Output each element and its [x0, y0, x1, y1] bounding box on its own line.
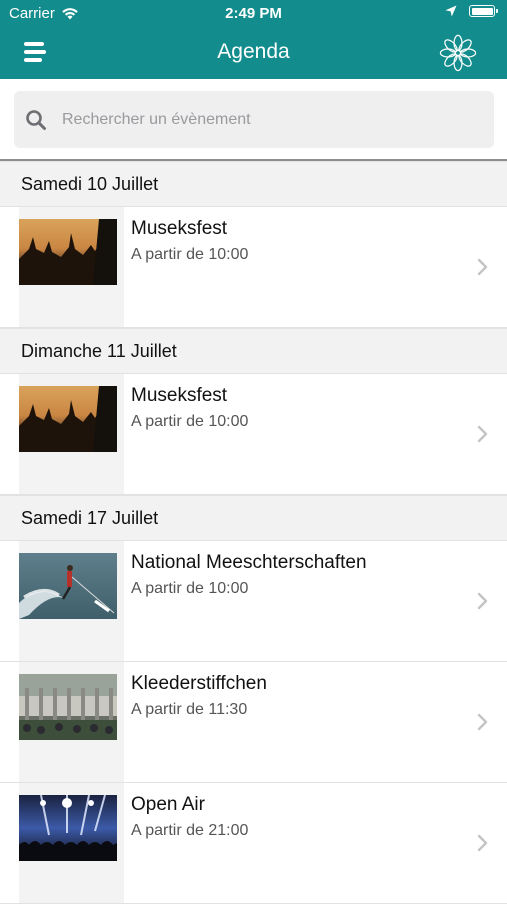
- app-header: Carrier 2:49 PM Agenda: [0, 0, 507, 79]
- event-title: Museksfest: [131, 218, 228, 239]
- event-row[interactable]: Kleederstiffchen A partir de 11:30: [0, 662, 507, 783]
- event-row[interactable]: Museksfest A partir de 10:00: [0, 207, 507, 328]
- status-bar: Carrier 2:49 PM: [0, 0, 507, 28]
- status-indicators: [445, 5, 498, 17]
- clock: 2:49 PM: [225, 5, 282, 22]
- search-bar[interactable]: [14, 91, 494, 148]
- event-thumbnail: [19, 219, 117, 285]
- event-time: A partir de 10:00: [131, 580, 249, 597]
- section-header-date: Dimanche 11 Juillet: [0, 328, 507, 374]
- event-thumbnail: [19, 553, 117, 619]
- section-header-date: Samedi 10 Juillet: [0, 161, 507, 207]
- event-title: Kleederstiffchen: [131, 673, 267, 694]
- chevron-right-icon: [477, 425, 488, 443]
- event-list: Samedi 10 Juillet Museksfest A partir de 1…: [0, 161, 507, 904]
- chevron-right-icon: [477, 258, 488, 276]
- search-icon: [26, 110, 46, 130]
- event-thumbnail: [19, 386, 117, 452]
- chevron-right-icon: [477, 834, 488, 852]
- battery-icon: [469, 5, 498, 17]
- event-time: A partir de 11:30: [131, 701, 248, 718]
- event-row[interactable]: Museksfest A partir de 10:00: [0, 374, 507, 495]
- page-title: Agenda: [217, 40, 290, 63]
- flower-logo-icon[interactable]: [439, 34, 477, 72]
- chevron-right-icon: [477, 713, 488, 731]
- event-thumbnail: [19, 674, 117, 740]
- event-title: Open Air: [131, 794, 205, 815]
- event-time: A partir de 10:00: [131, 413, 249, 430]
- event-row[interactable]: National Meeschterschaften A partir de 10…: [0, 541, 507, 662]
- section-header-date: Samedi 17 Juillet: [0, 495, 507, 541]
- chevron-right-icon: [477, 592, 488, 610]
- event-time: A partir de 10:00: [131, 246, 249, 263]
- location-arrow-icon: [445, 5, 457, 17]
- event-title: Museksfest: [131, 385, 228, 406]
- search-area: [0, 79, 507, 160]
- event-title: National Meeschterschaften: [131, 552, 367, 573]
- search-input[interactable]: [62, 91, 482, 148]
- event-time: A partir de 21:00: [131, 822, 249, 839]
- nav-bar: Agenda: [0, 28, 507, 79]
- event-row[interactable]: Open Air A partir de 21:00: [0, 783, 507, 904]
- event-thumbnail: [19, 795, 117, 861]
